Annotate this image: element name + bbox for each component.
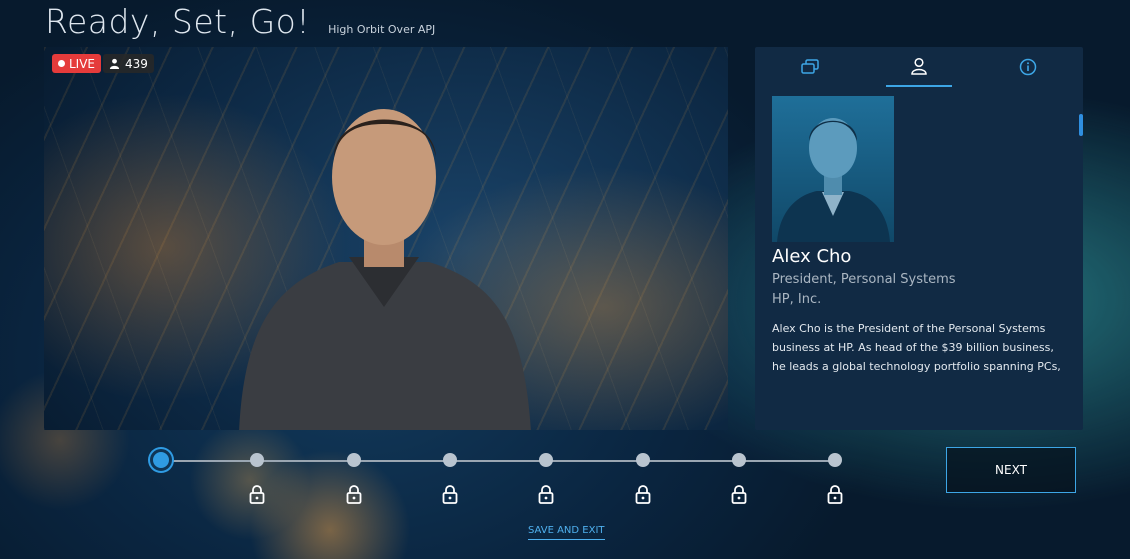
step-4[interactable] [443, 453, 457, 467]
save-and-exit-link[interactable]: SAVE AND EXIT [528, 525, 605, 540]
live-badge: LIVE [52, 54, 102, 73]
panel-tabs [755, 47, 1083, 87]
tab-profile[interactable] [885, 47, 952, 87]
page-subtitle: High Orbit Over APJ [328, 23, 436, 36]
tab-info[interactable] [995, 47, 1061, 87]
step-5[interactable] [539, 453, 553, 467]
step-2[interactable] [250, 453, 264, 467]
step-8[interactable] [828, 453, 842, 467]
step-6[interactable] [636, 453, 650, 467]
step-7[interactable] [732, 453, 746, 467]
person-icon [911, 57, 927, 75]
lock-icon [827, 485, 843, 504]
lock-icon [635, 485, 651, 504]
panel-scrollbar[interactable] [1079, 114, 1083, 136]
viewer-count-badge: 439 [103, 54, 154, 73]
live-label: LIVE [69, 56, 96, 71]
profile-bio: Alex Cho is the President of the Persona… [772, 322, 1061, 373]
lock-icon [249, 485, 265, 504]
avatar [777, 118, 890, 242]
lock-icon [731, 485, 747, 504]
page-title: Ready, Set, Go! [45, 2, 311, 41]
info-panel: Alex Cho President, Personal Systems HP,… [755, 47, 1083, 430]
profile-name: Alex Cho [772, 246, 852, 267]
live-dot-icon [58, 60, 65, 67]
lock-icon [346, 485, 362, 504]
header: Ready, Set, Go! High Orbit Over APJ [45, 2, 435, 41]
step-1[interactable] [150, 449, 172, 471]
person-icon [109, 58, 120, 69]
info-icon [1020, 58, 1037, 76]
next-button[interactable]: NEXT [946, 447, 1076, 493]
tab-chat[interactable] [777, 47, 843, 87]
presenter-video-frame [239, 109, 531, 430]
lock-icon [442, 485, 458, 504]
profile-role: President, Personal Systems [772, 272, 956, 287]
progress-tracker [150, 445, 850, 515]
chat-icon [800, 59, 819, 74]
viewer-count: 439 [125, 56, 148, 71]
lock-icon [538, 485, 554, 504]
step-3[interactable] [347, 453, 361, 467]
profile-company: HP, Inc. [772, 292, 822, 307]
profile-photo [772, 96, 894, 242]
video-player[interactable]: LIVE 439 [44, 47, 728, 430]
